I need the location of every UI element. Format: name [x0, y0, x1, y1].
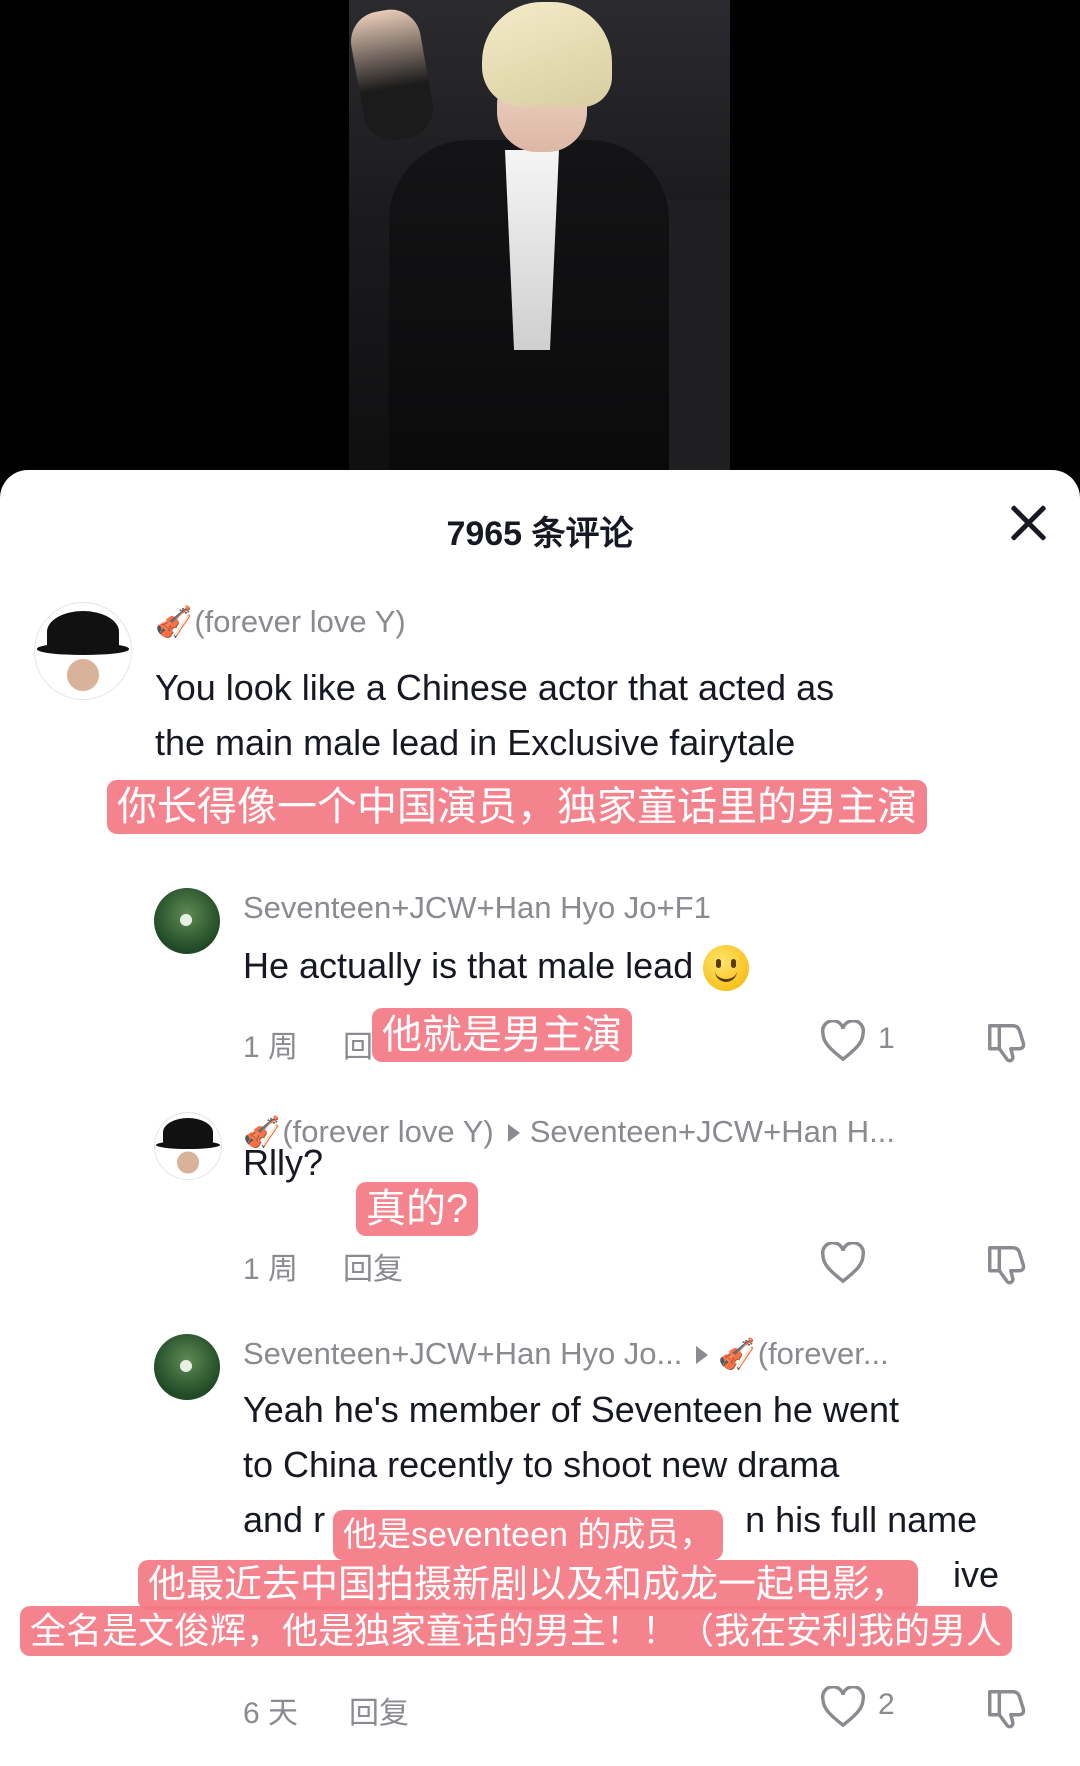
translation-caption: 他最近去中国拍摄新剧以及和成龙一起电影， — [138, 1560, 919, 1610]
comment-text: He actually is that male lead — [243, 938, 750, 993]
comment-text: You look like a Chinese actor that acted… — [155, 660, 834, 770]
comment-count-title: 7965 条评论 — [446, 515, 634, 553]
comment-line: to China recently to shoot new drama — [243, 1444, 840, 1485]
video-frame — [349, 0, 730, 470]
username-text: (forever love Y) — [194, 604, 406, 639]
translation-caption: 你长得像一个中国演员，独家童话里的男主演 — [107, 780, 927, 834]
like-count: 2 — [878, 1688, 895, 1721]
comment-line: the main male lead in Exclusive fairytal… — [155, 722, 796, 763]
dislike-icon[interactable] — [984, 1242, 1030, 1288]
hair-shape — [482, 2, 612, 107]
avatar[interactable] — [154, 1334, 220, 1400]
arrow-right-icon — [507, 1123, 520, 1142]
comment-sheet: 7965 条评论 🎻(forever love Y) You look like… — [0, 470, 1080, 1766]
video-player[interactable] — [0, 0, 1080, 480]
translation-caption: 全名是文俊辉，他是独家童话的男主！！（我在安利我的男人 — [20, 1606, 1013, 1656]
reply-button[interactable]: 回复 — [349, 1688, 409, 1732]
raised-arm-shape — [349, 4, 438, 146]
arrow-right-icon — [696, 1345, 709, 1364]
smiley-icon — [703, 945, 750, 992]
comment-username[interactable]: 🎻(forever love Y) — [155, 604, 406, 640]
translation-caption: 真的? — [356, 1182, 479, 1236]
comment-time: 6 天 — [243, 1697, 299, 1730]
username-text: Seventeen+JCW+Han Hyo Jo... — [243, 1336, 683, 1371]
translation-caption: 他就是男主演 — [372, 1008, 632, 1062]
comment-username[interactable]: Seventeen+JCW+Han Hyo Jo... 🎻(forever... — [243, 1336, 889, 1372]
dislike-icon[interactable] — [984, 1686, 1030, 1732]
comment-time: 1 周 — [243, 1253, 299, 1286]
comment-username[interactable]: Seventeen+JCW+Han Hyo Jo+F1 — [243, 890, 711, 926]
dislike-icon[interactable] — [984, 1020, 1030, 1066]
close-icon[interactable] — [1006, 500, 1052, 546]
comment-time: 1 周 — [243, 1031, 299, 1064]
like-count: 1 — [878, 1022, 895, 1055]
comment-line: You look like a Chinese actor that acted… — [155, 667, 835, 708]
comment-line: Yeah he's member of Seventeen he went — [243, 1389, 899, 1430]
reply-to-username[interactable]: Seventeen+JCW+Han H... — [530, 1114, 895, 1149]
heart-icon[interactable] — [820, 1020, 866, 1062]
avatar[interactable] — [34, 602, 132, 700]
translation-caption: 他是seventeen 的成员， — [333, 1510, 724, 1560]
heart-icon[interactable] — [820, 1686, 866, 1728]
violin-icon: 🎻 — [718, 1338, 756, 1371]
avatar[interactable] — [154, 1112, 222, 1180]
reply-to-username[interactable]: (forever... — [758, 1336, 889, 1371]
avatar[interactable] — [154, 888, 220, 954]
reply-button[interactable]: 回 — [343, 1022, 373, 1066]
comment-text: Rlly? — [243, 1142, 324, 1183]
heart-icon[interactable] — [820, 1242, 866, 1284]
comment-line: He actually is that male lead — [243, 945, 694, 986]
violin-icon: 🎻 — [155, 606, 193, 639]
reply-button[interactable]: 回复 — [343, 1244, 403, 1288]
comment-username[interactable]: 🎻(forever love Y) Seventeen+JCW+Han H... — [243, 1114, 895, 1150]
